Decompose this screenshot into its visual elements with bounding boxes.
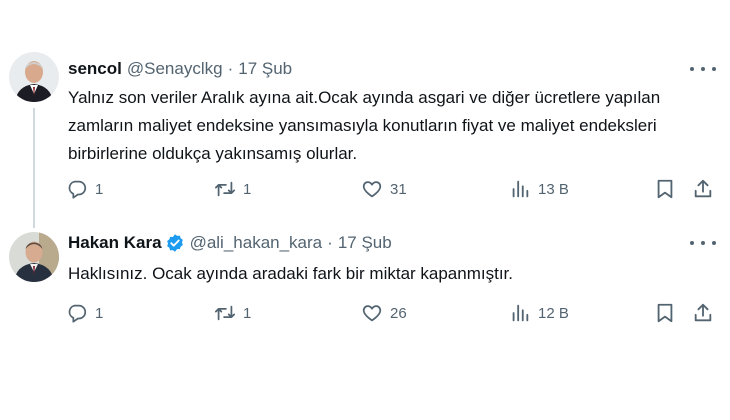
bookmark-icon (657, 303, 673, 323)
analytics-icon (512, 304, 529, 322)
separator: · (227, 59, 234, 78)
heart-icon (362, 305, 382, 322)
avatar[interactable] (9, 232, 59, 282)
tweet[interactable]: Hakan Kara @ali_hakan_kara · 17 Şub Hakl… (0, 220, 730, 338)
tweet[interactable]: sencol @Senayclkg · 17 Şub Yalnız son ve… (0, 40, 730, 228)
share-button[interactable] (692, 176, 714, 202)
repost-count: 1 (243, 180, 252, 198)
more-icon[interactable] (690, 60, 716, 78)
repost-icon (214, 181, 236, 197)
reply-count: 1 (95, 180, 104, 198)
like-count: 31 (390, 180, 407, 198)
tweet-text: Haklısınız. Ocak ayında aradaki fark bir… (68, 264, 513, 283)
bookmark-button[interactable] (654, 300, 676, 326)
like-button[interactable]: 26 (361, 300, 407, 326)
bookmark-icon (657, 179, 673, 199)
thread-line (33, 108, 35, 228)
tweet-text: Yalnız son veriler Aralık ayına ait.Ocak… (68, 88, 661, 163)
reply-count: 1 (95, 304, 104, 322)
tweet-date[interactable]: 17 Şub (338, 233, 392, 253)
tweet-header: Hakan Kara @ali_hakan_kara · 17 Şub (68, 232, 392, 254)
repost-button[interactable]: 1 (214, 300, 251, 326)
share-icon (694, 179, 712, 198)
reply-button[interactable]: 1 (66, 176, 103, 202)
tweet-date[interactable]: 17 Şub (238, 59, 292, 79)
more-icon[interactable] (690, 234, 716, 252)
views-count: 12 B (538, 304, 569, 322)
avatar-image (9, 52, 59, 102)
share-button[interactable] (692, 300, 714, 326)
action-bar: 1 1 26 12 B (66, 300, 726, 326)
like-button[interactable]: 31 (361, 176, 407, 202)
display-name[interactable]: sencol (68, 59, 122, 79)
display-name[interactable]: Hakan Kara (68, 233, 162, 253)
like-count: 26 (390, 304, 407, 322)
avatar-image (9, 232, 59, 282)
verified-badge-icon (165, 233, 185, 253)
reply-icon (68, 180, 87, 199)
user-handle[interactable]: @Senayclkg (127, 59, 223, 79)
heart-icon (362, 181, 382, 198)
separator: · (327, 233, 333, 252)
views-button[interactable]: 13 B (509, 176, 569, 202)
avatar[interactable] (9, 52, 59, 102)
bookmark-button[interactable] (654, 176, 676, 202)
share-icon (694, 303, 712, 322)
analytics-icon (512, 180, 529, 198)
user-handle[interactable]: @ali_hakan_kara (190, 233, 323, 253)
views-button[interactable]: 12 B (509, 300, 569, 326)
reply-button[interactable]: 1 (66, 300, 103, 326)
repost-count: 1 (243, 304, 252, 322)
repost-button[interactable]: 1 (214, 176, 251, 202)
reply-icon (68, 304, 87, 323)
views-count: 13 B (538, 180, 569, 198)
action-bar: 1 1 31 13 B (66, 176, 726, 202)
tweet-header: sencol @Senayclkg · 17 Şub (68, 58, 292, 80)
repost-icon (214, 305, 236, 321)
